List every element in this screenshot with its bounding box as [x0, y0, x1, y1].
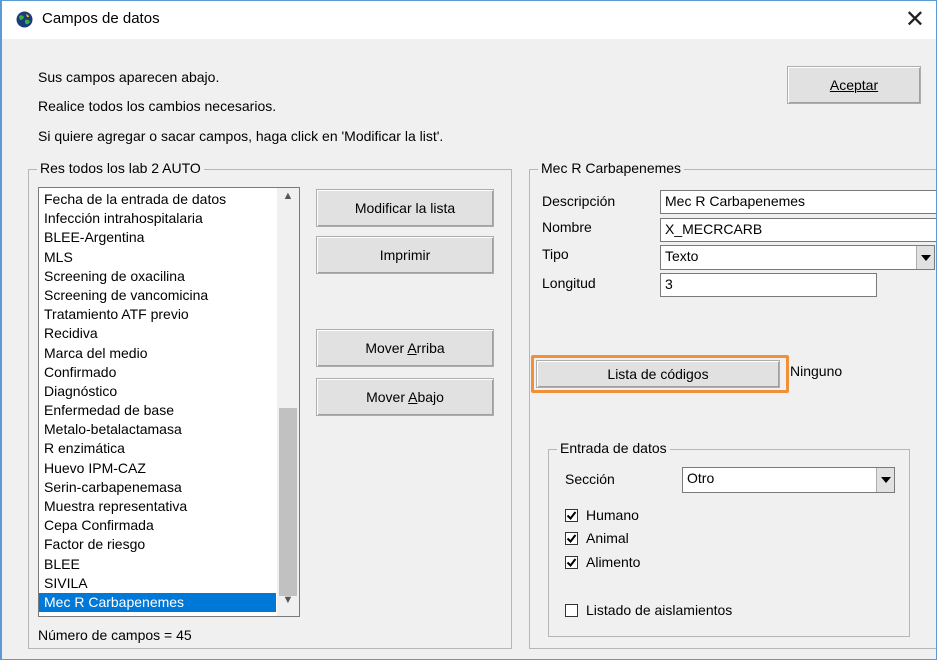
move-down-button[interactable]: Mover Abajo [316, 378, 494, 416]
animal-checkbox-row[interactable]: Animal [565, 530, 629, 546]
modify-list-label: Modificar la lista [354, 200, 456, 216]
chevron-down-icon[interactable] [876, 468, 894, 492]
list-item[interactable]: Muestra representativa [39, 497, 276, 516]
scroll-thumb[interactable] [279, 408, 297, 596]
section-value: Otro [687, 470, 715, 486]
food-checkbox[interactable] [565, 555, 578, 569]
list-item[interactable]: SIVILA [39, 574, 276, 593]
move-up-accesskey: A [407, 340, 417, 356]
name-label: Nombre [542, 219, 592, 235]
fields-listbox[interactable]: Fecha de la entrada de datos Infección in… [38, 187, 300, 617]
list-item[interactable]: Enfermedad de base [39, 401, 276, 420]
list-item[interactable]: Confirmado [39, 363, 276, 382]
list-item[interactable]: BLEE [39, 555, 276, 574]
data-entry-group-label: Entrada de datos [557, 440, 670, 456]
move-up-rest: rriba [416, 340, 445, 356]
list-item[interactable]: MLS [39, 248, 276, 267]
title-bar: Campos de datos ✕ [2, 1, 936, 39]
info-line-3: Si quiere agregar o sacar campos, haga c… [38, 128, 444, 144]
list-item[interactable]: Screening de vancomicina [39, 286, 276, 305]
info-line-1: Sus campos aparecen abajo. [38, 69, 220, 85]
field-count: Número de campos = 45 [38, 627, 192, 643]
list-item[interactable]: Infección intrahospitalaria [39, 209, 276, 228]
list-item[interactable]: Screening de oxacilina [39, 267, 276, 286]
type-combobox[interactable]: Texto [660, 245, 935, 270]
move-up-prefix: Mover [365, 340, 408, 356]
modify-list-button[interactable]: Modificar la lista [316, 189, 494, 227]
list-item[interactable]: Diagnóstico [39, 382, 276, 401]
close-icon[interactable]: ✕ [905, 5, 925, 33]
list-item[interactable]: Marca del medio [39, 344, 276, 363]
list-item[interactable]: Mec R Carbapenemes [39, 592, 276, 613]
field-details-group-label: Mec R Carbapenemes [538, 160, 685, 176]
animal-label: Animal [586, 530, 629, 546]
description-field[interactable]: Mec R Carbapenemes [660, 190, 936, 214]
section-combobox[interactable]: Otro [682, 467, 895, 493]
list-item[interactable]: Recidiva [39, 324, 276, 343]
check-icon [566, 557, 577, 567]
human-checkbox[interactable] [565, 508, 578, 522]
length-label: Longitud [542, 275, 596, 291]
section-label: Sección [565, 471, 615, 487]
list-item[interactable]: Fecha de la entrada de datos [39, 190, 276, 209]
animal-checkbox[interactable] [565, 531, 578, 545]
chevron-down-icon[interactable] [916, 246, 934, 269]
scroll-up-icon[interactable]: ▲ [277, 190, 299, 208]
move-up-label: Mover Arriba [365, 340, 444, 356]
description-label: Descripción [542, 193, 616, 209]
isolates-label: Listado de aislamientos [586, 602, 733, 618]
list-item[interactable]: Tratamiento ATF previo [39, 305, 276, 324]
name-field[interactable]: X_MECRCARB [660, 218, 936, 242]
isolates-checkbox[interactable] [565, 603, 578, 617]
list-item[interactable]: R enzimática [39, 439, 276, 458]
globe-icon [16, 11, 33, 28]
list-item[interactable]: Metalo-betalactamasa [39, 420, 276, 439]
list-item[interactable]: Serin-carbapenemasa [39, 478, 276, 497]
accept-button-label: Aceptar [829, 77, 879, 93]
dialog-window: Campos de datos ✕ Sus campos aparecen ab… [0, 0, 937, 660]
fields-group-label: Res todos los lab 2 AUTO [37, 160, 204, 176]
human-label: Humano [586, 507, 639, 523]
print-button[interactable]: Imprimir [316, 236, 494, 274]
list-item[interactable]: BLEE-Argentina [39, 228, 276, 247]
check-icon [566, 510, 577, 520]
isolates-checkbox-row[interactable]: Listado de aislamientos [565, 602, 732, 618]
human-checkbox-row[interactable]: Humano [565, 507, 639, 523]
print-label: Imprimir [379, 247, 431, 263]
list-item[interactable]: Cepa Confirmada [39, 516, 276, 535]
code-list-button[interactable]: Lista de códigos [536, 360, 780, 388]
move-down-prefix: Mover [366, 389, 409, 405]
check-icon [566, 533, 577, 543]
accept-button[interactable]: Aceptar [787, 66, 921, 104]
code-list-status: Ninguno [790, 363, 843, 379]
move-up-button[interactable]: Mover Arriba [316, 329, 494, 367]
window-title: Campos de datos [42, 10, 160, 27]
move-down-rest: bajo [417, 389, 444, 405]
list-item[interactable]: Factor de riesgo [39, 535, 276, 554]
food-label: Alimento [586, 554, 641, 570]
length-field[interactable]: 3 [660, 273, 877, 297]
food-checkbox-row[interactable]: Alimento [565, 554, 640, 570]
move-down-label: Mover Abajo [366, 389, 444, 405]
list-scrollbar[interactable]: ▲ ▼ [277, 188, 299, 616]
fields-list: Fecha de la entrada de datos Infección in… [39, 190, 276, 613]
type-label: Tipo [542, 246, 569, 262]
info-line-2: Realice todos los cambios necesarios. [38, 98, 277, 114]
type-value: Texto [665, 248, 699, 264]
scroll-down-icon[interactable]: ▼ [277, 594, 299, 612]
list-item[interactable]: Huevo IPM-CAZ [39, 459, 276, 478]
code-list-label: Lista de códigos [607, 366, 709, 382]
